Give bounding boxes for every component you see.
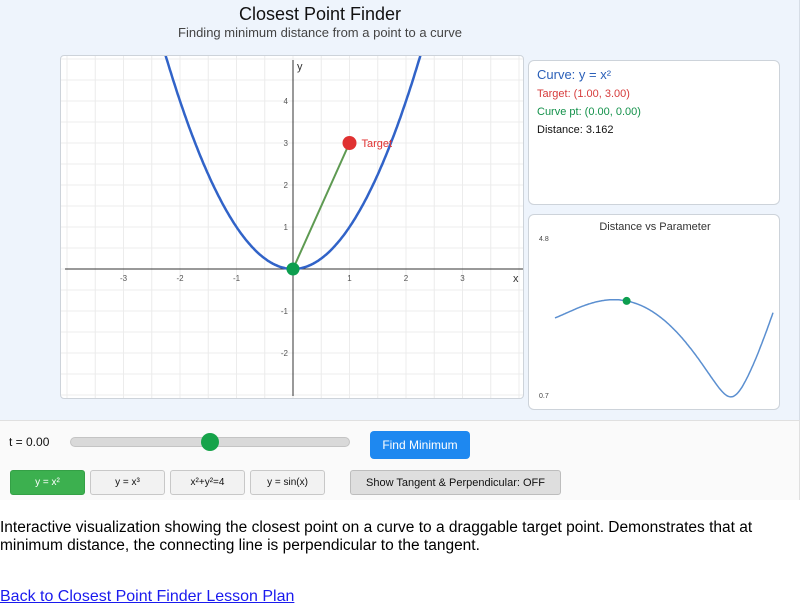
back-link[interactable]: Back to Closest Point Finder Lesson Plan <box>0 588 294 606</box>
y-axis-label: y <box>297 61 303 73</box>
page-subtitle: Finding minimum distance from a point to… <box>178 25 462 40</box>
slider-thumb[interactable] <box>201 433 219 451</box>
distance-chart-title: Distance vs Parameter <box>599 221 711 233</box>
curve-button-circle[interactable]: x²+y²=4 <box>170 470 245 495</box>
description-text: Interactive visualization showing the cl… <box>0 519 753 554</box>
curve-point <box>286 262 300 276</box>
target-label: Target <box>362 138 393 150</box>
curve-button-x-cubed[interactable]: y = x³ <box>90 470 165 495</box>
distance-chart: Distance vs Parameter 4.8 0.7 <box>528 214 780 410</box>
find-minimum-button[interactable]: Find Minimum <box>370 431 470 459</box>
target-point[interactable] <box>342 136 357 150</box>
y-tick-label: 1 <box>284 223 289 232</box>
curve-point-coordinates: Curve pt: (0.00, 0.00) <box>537 106 641 118</box>
curve-button-x-squared[interactable]: y = x² <box>10 470 85 495</box>
x-tick-label: 3 <box>460 274 465 283</box>
y-tick-label: 4 <box>284 97 289 106</box>
distance-marker <box>622 296 631 305</box>
x-tick-label: -1 <box>233 274 241 283</box>
curve-line <box>164 56 422 271</box>
graph-svg[interactable]: x y -3 -2 -1 1 2 3 4 3 2 1 -1 -2 Target <box>61 56 524 399</box>
x-tick-label: 2 <box>404 274 409 283</box>
graph-canvas[interactable]: x y -3 -2 -1 1 2 3 4 3 2 1 -1 -2 Target <box>60 55 524 399</box>
target-coordinates: Target: (1.00, 3.00) <box>537 88 630 100</box>
y-tick-label: -1 <box>281 307 289 316</box>
controls-bar: t = 0.00 Find Minimum y = x² y = x³ x²+y… <box>0 420 800 500</box>
app-panel: Closest Point Finder Finding minimum dis… <box>0 0 800 420</box>
distance-chart-svg: Distance vs Parameter 4.8 0.7 <box>539 221 774 400</box>
y-tick-label: 2 <box>284 181 289 190</box>
x-tick-label: 1 <box>347 274 352 283</box>
distance-chart-y-max: 4.8 <box>539 236 549 243</box>
y-tick-label: -2 <box>281 349 289 358</box>
x-tick-label: -3 <box>120 274 128 283</box>
page-title: Closest Point Finder <box>238 4 402 24</box>
info-panel: Curve: y = x² Target: (1.00, 3.00) Curve… <box>528 60 780 205</box>
y-tick-label: 3 <box>284 139 289 148</box>
distance-chart-y-min: 0.7 <box>539 393 549 400</box>
x-tick-label: -2 <box>176 274 184 283</box>
curve-equation: Curve: y = x² <box>537 67 612 82</box>
x-axis-label: x <box>513 273 519 285</box>
tangent-toggle-button[interactable]: Show Tangent & Perpendicular: OFF <box>350 470 561 495</box>
distance-curve <box>554 298 774 398</box>
distance-readout: Distance: 3.162 <box>537 124 614 136</box>
t-value-label: t = 0.00 <box>9 435 50 449</box>
curve-button-sine[interactable]: y = sin(x) <box>250 470 325 495</box>
axes: x y <box>65 60 523 396</box>
